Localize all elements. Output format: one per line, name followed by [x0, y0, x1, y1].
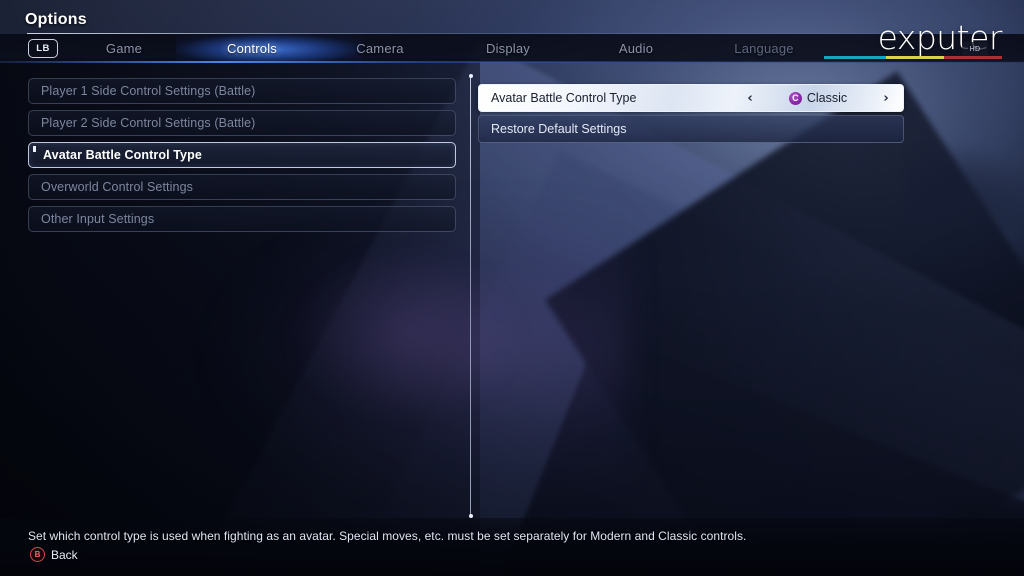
left-menu-item-label: Avatar Battle Control Type: [43, 148, 202, 162]
selection-marker-icon: [33, 146, 36, 152]
left-menu-item[interactable]: Player 2 Side Control Settings (Battle): [28, 110, 456, 136]
chevron-right-icon[interactable]: ›: [877, 91, 895, 106]
setting-row-label: Avatar Battle Control Type: [491, 91, 637, 105]
back-button[interactable]: B Back: [30, 547, 78, 562]
panel-divider: [468, 74, 473, 518]
setting-description: Set which control type is used when figh…: [28, 529, 747, 543]
tab-controls[interactable]: Controls: [188, 34, 316, 62]
tab-camera[interactable]: Camera: [316, 34, 444, 62]
setting-value: C Classic: [759, 91, 877, 105]
tab-display[interactable]: Display: [444, 34, 572, 62]
exputer-watermark: exputer HD: [816, 18, 1003, 62]
options-screen: Options LB Game Controls Camera Display Audi…: [0, 0, 1024, 576]
setting-row-label: Restore Default Settings: [491, 122, 627, 136]
left-menu-item-label: Player 2 Side Control Settings (Battle): [41, 116, 256, 130]
setting-value-label: Classic: [806, 91, 848, 105]
left-menu-item[interactable]: Player 1 Side Control Settings (Battle): [28, 78, 456, 104]
footer-bar: [0, 518, 1024, 576]
watermark-color-bars: [824, 56, 1002, 59]
left-menu-list: Player 1 Side Control Settings (Battle) P…: [28, 78, 456, 238]
left-menu-item[interactable]: Overworld Control Settings: [28, 174, 456, 200]
chevron-left-icon[interactable]: ‹: [741, 91, 759, 106]
back-button-label: Back: [51, 547, 78, 562]
page-title: Options: [25, 11, 87, 28]
classic-control-badge-icon: C: [788, 91, 802, 105]
setting-row-selected[interactable]: Avatar Battle Control Type ‹ C Classic ›: [478, 84, 904, 112]
left-menu-item-label: Player 1 Side Control Settings (Battle): [41, 84, 256, 98]
left-menu-item-label: Other Input Settings: [41, 212, 155, 226]
left-menu-item-label: Overworld Control Settings: [41, 180, 193, 194]
left-menu-item[interactable]: Avatar Battle Control Type: [28, 142, 456, 168]
b-button-icon: B: [30, 547, 45, 562]
tab-audio[interactable]: Audio: [572, 34, 700, 62]
setting-row[interactable]: Restore Default Settings: [478, 115, 904, 143]
tab-game[interactable]: Game: [60, 34, 188, 62]
watermark-badge: HD: [962, 42, 988, 56]
tab-language[interactable]: Language: [700, 34, 828, 62]
left-menu-item[interactable]: Other Input Settings: [28, 206, 456, 232]
right-settings-panel: Avatar Battle Control Type ‹ C Classic › Rest…: [478, 84, 904, 146]
